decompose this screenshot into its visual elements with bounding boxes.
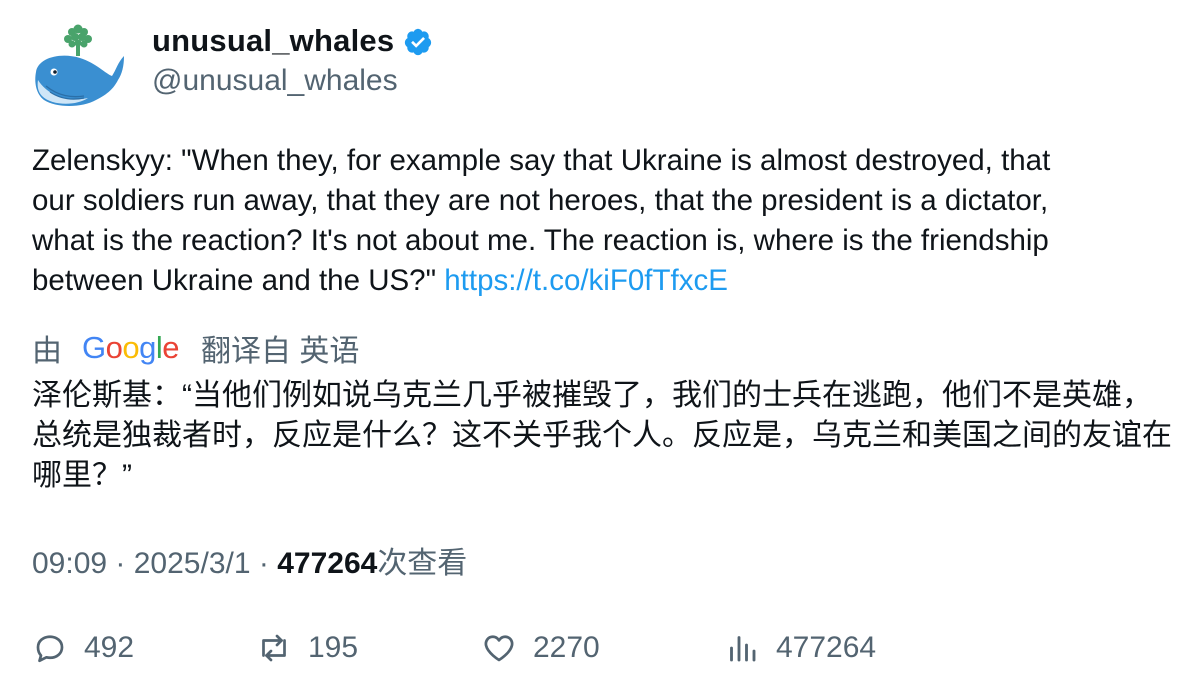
views-chart-icon (730, 636, 756, 662)
retweet-icon (262, 634, 286, 662)
retweet-count: 195 (308, 631, 359, 664)
tweet-meta: 09:09 · 2025/3/1 · 477264次查看 (32, 547, 468, 580)
tweet-date[interactable]: 2025/3/1 (134, 547, 251, 580)
reply-icon (36, 635, 64, 663)
author-name-text[interactable]: unusual_whales (152, 22, 394, 60)
action-bar: 492 195 2270 477264 (32, 630, 1182, 674)
views-count: 477264 (776, 631, 877, 664)
whale-spout-icon (64, 24, 92, 56)
avatar[interactable] (28, 22, 128, 114)
translation-suffix: 翻译自 英语 (201, 335, 360, 368)
google-logo: Google (82, 330, 180, 365)
tweet-time[interactable]: 09:09 (32, 547, 107, 580)
verified-badge-icon (405, 28, 432, 56)
reply-button[interactable]: 492 (32, 630, 134, 666)
reply-count: 492 (84, 631, 135, 664)
translated-text: 泽伦斯基：“当他们例如说乌克兰几乎被摧毁了，我们的士兵在逃跑，他们不是英雄，总统… (32, 379, 1172, 492)
author-handle[interactable]: @unusual_whales (152, 62, 398, 100)
view-label: 次查看 (377, 547, 468, 580)
like-button[interactable]: 2270 (481, 630, 600, 666)
heart-icon (484, 635, 514, 662)
translation-attribution: 由 Google 翻译自 英语 (32, 328, 359, 368)
tweet-link[interactable]: https://t.co/kiF0fTfxcE (444, 264, 728, 297)
author-display-name[interactable]: unusual_whales (152, 22, 433, 60)
like-count: 2270 (533, 631, 600, 664)
tweet-text: Zelenskyy: "When they, for example say t… (32, 141, 1172, 301)
views-button[interactable]: 477264 (724, 630, 876, 666)
retweet-button[interactable]: 195 (256, 630, 358, 666)
translation-prefix: 由 (32, 335, 62, 368)
view-count: 477264 (277, 547, 378, 580)
